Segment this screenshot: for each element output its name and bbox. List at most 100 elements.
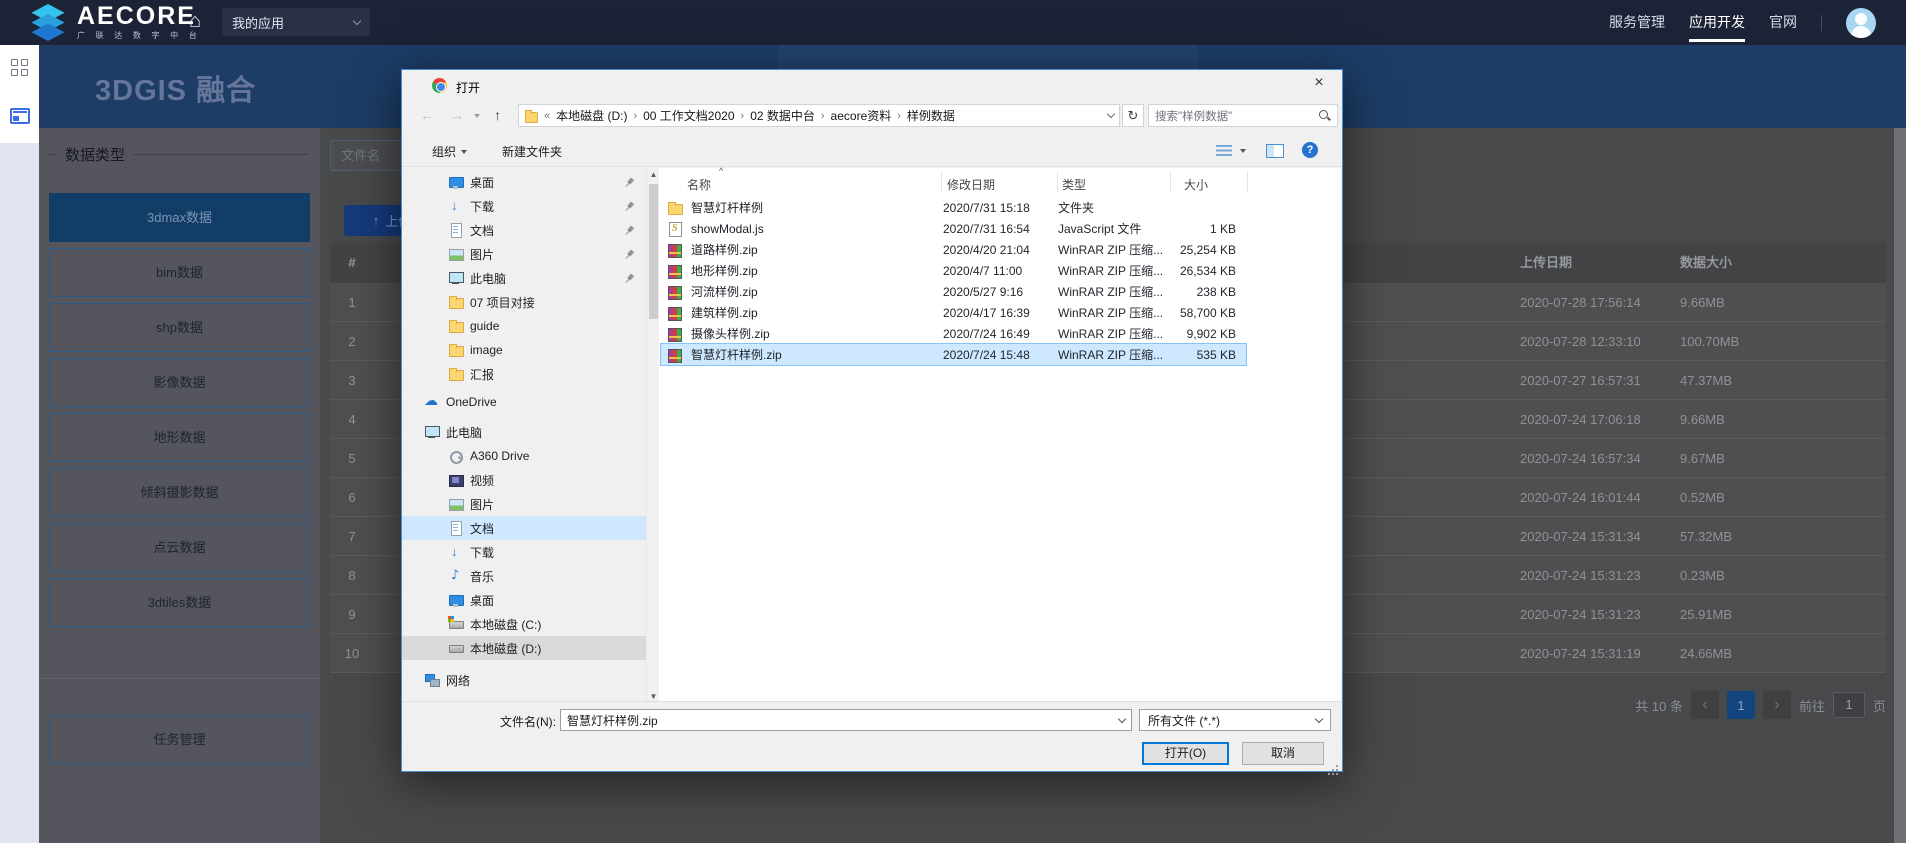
up-icon[interactable]: ↑: [494, 107, 501, 123]
tree-item[interactable]: 图片: [402, 242, 646, 266]
file-row[interactable]: 智慧灯杆样例2020/7/31 15:18文件夹: [661, 197, 1246, 218]
file-row[interactable]: 道路样例.zip2020/4/20 21:04WinRAR ZIP 压缩...2…: [661, 239, 1246, 260]
tree-scrollbar[interactable]: ▲ ▼: [646, 168, 659, 703]
breadcrumb-item[interactable]: 02 数据中台: [750, 107, 815, 124]
view-mode-icon[interactable]: [1216, 145, 1232, 157]
page-1-button[interactable]: 1: [1727, 691, 1755, 719]
data-type-button[interactable]: 点云数据: [49, 523, 310, 572]
tree-item[interactable]: 视频: [402, 468, 646, 492]
chevron-down-icon[interactable]: [1107, 110, 1115, 118]
file-row[interactable]: 建筑样例.zip2020/4/17 16:39WinRAR ZIP 压缩...5…: [661, 302, 1246, 323]
history-dropdown-icon[interactable]: [474, 114, 480, 118]
topnav-link[interactable]: 应用开发: [1689, 0, 1745, 45]
search-input[interactable]: 搜索"样例数据": [1148, 104, 1338, 127]
new-folder-button[interactable]: 新建文件夹: [502, 143, 562, 160]
next-page-button[interactable]: ›: [1763, 691, 1791, 719]
topnav-link[interactable]: 服务管理: [1609, 0, 1665, 45]
resize-grip[interactable]: [1336, 765, 1338, 767]
data-type-button[interactable]: 倾斜摄影数据: [49, 468, 310, 517]
page-scrollbar[interactable]: [1894, 128, 1906, 843]
folder-tree: 桌面下载文档图片此电脑07 项目对接guideimage汇报OneDrive此电…: [402, 168, 646, 703]
music-icon: [448, 568, 464, 584]
organize-button[interactable]: 组织: [432, 143, 467, 160]
preview-pane-icon[interactable]: [1266, 144, 1284, 158]
avatar[interactable]: [1846, 8, 1876, 38]
close-icon[interactable]: ×: [1308, 74, 1330, 92]
breadcrumb-item[interactable]: 00 工作文档2020: [643, 107, 734, 124]
rar-icon: [667, 305, 683, 321]
file-date: 2020/4/20 21:04: [943, 243, 1058, 257]
forward-icon[interactable]: →: [450, 107, 464, 123]
tree-item[interactable]: 此电脑: [402, 266, 646, 290]
prev-page-button[interactable]: ‹: [1691, 691, 1719, 719]
file-col-header[interactable]: 类型: [1062, 176, 1086, 193]
tree-item-label: 07 项目对接: [470, 294, 535, 311]
data-type-button[interactable]: 影像数据: [49, 358, 310, 407]
file-row[interactable]: 智慧灯杆样例.zip2020/7/24 15:48WinRAR ZIP 压缩..…: [661, 344, 1246, 365]
tree-item[interactable]: 音乐: [402, 564, 646, 588]
window-icon[interactable]: [10, 108, 30, 124]
tree-item[interactable]: 桌面: [402, 170, 646, 194]
breadcrumb-item[interactable]: 样例数据: [907, 107, 955, 124]
row-data-size: 0.52MB: [1680, 478, 1725, 517]
app-select[interactable]: 我的应用: [222, 8, 370, 36]
tree-item[interactable]: OneDrive: [402, 390, 646, 414]
data-type-button[interactable]: 3dmax数据: [49, 193, 310, 242]
row-index: 6: [330, 478, 374, 517]
tree-item[interactable]: 下载: [402, 194, 646, 218]
home-icon[interactable]: ⌂: [189, 10, 201, 33]
apps-grid-icon[interactable]: [11, 59, 29, 77]
breadcrumb-item[interactable]: 本地磁盘 (D:): [556, 107, 627, 124]
back-icon[interactable]: ←: [420, 107, 434, 123]
data-type-button[interactable]: 地形数据: [49, 413, 310, 462]
goto-label: 前往: [1799, 696, 1825, 715]
tree-item[interactable]: 本地磁盘 (C:): [402, 612, 646, 636]
topnav-link[interactable]: 官网: [1769, 0, 1797, 45]
filetype-select[interactable]: 所有文件 (*.*): [1139, 709, 1331, 731]
scroll-thumb[interactable]: [649, 184, 658, 319]
tree-item[interactable]: 下载: [402, 540, 646, 564]
tree-item[interactable]: guide: [402, 314, 646, 338]
task-manage-button[interactable]: 任务管理: [49, 715, 310, 764]
row-data-size: 47.37MB: [1680, 361, 1732, 400]
tree-item[interactable]: 图片: [402, 492, 646, 516]
breadcrumb-item[interactable]: aecore资料: [831, 107, 892, 124]
file-col-header[interactable]: 大小: [1184, 176, 1208, 193]
data-type-button[interactable]: 3dtiles数据: [49, 578, 310, 627]
cancel-button[interactable]: 取消: [1242, 742, 1324, 765]
data-type-button[interactable]: bim数据: [49, 248, 310, 297]
filename-input[interactable]: 智慧灯杆样例.zip: [560, 709, 1132, 731]
tree-item[interactable]: 桌面: [402, 588, 646, 612]
tree-item[interactable]: image: [402, 338, 646, 362]
tree-item-label: 桌面: [470, 174, 494, 191]
file-row[interactable]: 河流样例.zip2020/5/27 9:16WinRAR ZIP 压缩...23…: [661, 281, 1246, 302]
help-icon[interactable]: ?: [1302, 142, 1318, 158]
file-type: WinRAR ZIP 压缩...: [1058, 304, 1168, 321]
data-type-button[interactable]: shp数据: [49, 303, 310, 352]
aecore-logo[interactable]: AECORE 广 联 达 数 字 中 台: [28, 3, 201, 42]
tree-item[interactable]: 本地磁盘 (D:): [402, 636, 646, 660]
file-col-header[interactable]: 修改日期: [947, 176, 995, 193]
tree-item[interactable]: 此电脑: [402, 420, 646, 444]
tree-item[interactable]: 07 项目对接: [402, 290, 646, 314]
sidebar-header: 数据类型: [47, 144, 308, 165]
file-row[interactable]: showModal.js2020/7/31 16:54JavaScript 文件…: [661, 218, 1246, 239]
breadcrumb-separator-icon: ›: [897, 110, 901, 122]
goto-page-input[interactable]: 1: [1833, 692, 1865, 718]
breadcrumb[interactable]: « 本地磁盘 (D:)›00 工作文档2020›02 数据中台›aecore资料…: [518, 104, 1120, 127]
file-row[interactable]: 地形样例.zip2020/4/7 11:00WinRAR ZIP 压缩...26…: [661, 260, 1246, 281]
refresh-icon[interactable]: ↻: [1122, 104, 1144, 127]
tree-item[interactable]: 文档: [402, 516, 646, 540]
tree-item[interactable]: 汇报: [402, 362, 646, 386]
open-button[interactable]: 打开(O): [1142, 742, 1229, 765]
file-col-header[interactable]: 名称: [687, 176, 711, 193]
chevron-down-icon[interactable]: [1118, 714, 1126, 722]
tree-item[interactable]: A360 Drive: [402, 444, 646, 468]
dialog-footer: 文件名(N): 智慧灯杆样例.zip 所有文件 (*.*) 打开(O) 取消: [402, 701, 1342, 771]
file-row[interactable]: 摄像头样例.zip2020/7/24 16:49WinRAR ZIP 压缩...…: [661, 323, 1246, 344]
desktop-icon: [448, 592, 464, 608]
tree-item[interactable]: 网络: [402, 668, 646, 692]
row-upload-date: 2020-07-27 16:57:31: [1520, 361, 1641, 400]
view-mode-dropdown-icon[interactable]: [1240, 149, 1246, 153]
tree-item[interactable]: 文档: [402, 218, 646, 242]
